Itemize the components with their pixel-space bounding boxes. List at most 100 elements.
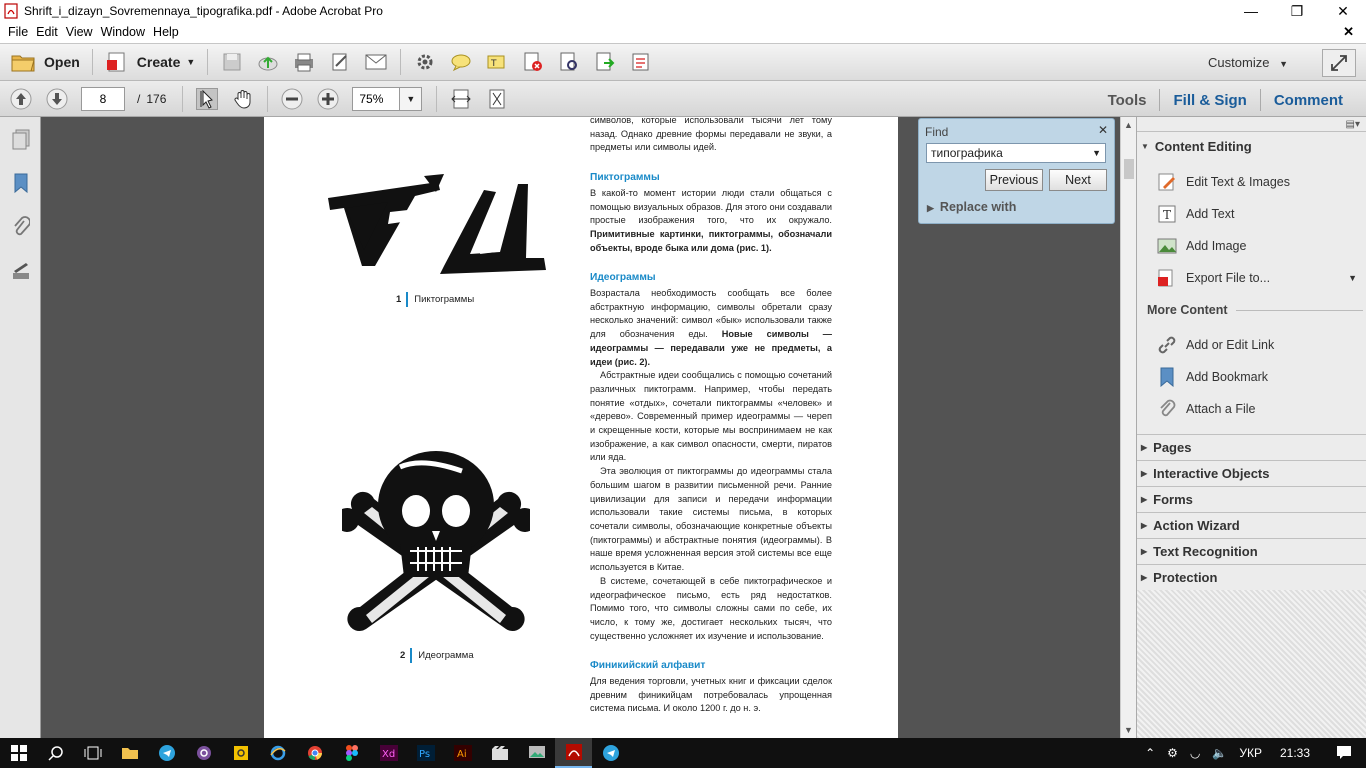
task-view-icon[interactable] (74, 738, 111, 768)
menu-window[interactable]: Window (101, 25, 145, 39)
clock[interactable]: 21:33 (1280, 746, 1310, 760)
text-recognition-section[interactable]: ▶ Text Recognition (1141, 544, 1363, 559)
add-edit-link-item[interactable]: Add or Edit Link (1157, 335, 1274, 355)
bookmark-icon[interactable] (0, 161, 41, 205)
windows-start-icon[interactable] (0, 738, 37, 768)
close-document-icon[interactable]: ✕ (1343, 24, 1354, 40)
cloud-upload-icon[interactable] (257, 51, 279, 73)
heading-ideograms: Идеограммы (590, 272, 656, 284)
protection-section[interactable]: ▶ Protection (1141, 570, 1363, 585)
scroll-down-icon[interactable]: ▼ (1124, 725, 1133, 735)
chevron-right-icon: ▶ (1141, 521, 1148, 530)
next-button[interactable]: Next (1049, 169, 1107, 191)
internet-explorer-icon[interactable] (259, 738, 296, 768)
figure-number: 2 (400, 650, 406, 661)
zoom-in-icon[interactable] (317, 88, 339, 110)
close-icon[interactable]: ✕ (1098, 123, 1108, 137)
open-button[interactable]: Open (4, 47, 86, 77)
wifi-icon[interactable]: ◡ (1190, 746, 1200, 760)
image-viewer-icon[interactable] (518, 738, 555, 768)
scroll-thumb[interactable] (1124, 159, 1134, 179)
vertical-scrollbar[interactable]: ▲ ▼ (1120, 117, 1136, 738)
next-page-icon[interactable] (46, 88, 68, 110)
minimize-button[interactable]: — (1228, 0, 1274, 22)
menu-view[interactable]: View (66, 25, 93, 39)
attach-file-item[interactable]: Attach a File (1157, 399, 1255, 419)
signature-icon[interactable] (0, 249, 41, 293)
adobe-xd-icon[interactable]: Xd (370, 738, 407, 768)
chrome-icon[interactable] (296, 738, 333, 768)
content-editing-section[interactable]: ▼ Content Editing (1141, 139, 1363, 154)
hand-tool-icon[interactable] (232, 88, 254, 110)
gear-icon[interactable] (414, 51, 436, 73)
panel-options-icon[interactable]: ▤▾ (1346, 119, 1360, 130)
edit-document-icon[interactable] (329, 51, 351, 73)
page-number-input[interactable] (81, 86, 125, 111)
system-tray: ⌃ ⚙ ◡ 🔈 УКР 21:33 (1139, 738, 1366, 768)
select-tool-icon[interactable] (196, 87, 219, 110)
notifications-icon[interactable] (1336, 745, 1352, 762)
menu-help[interactable]: Help (153, 25, 179, 39)
create-button[interactable]: Create ▼ (99, 47, 202, 77)
illustrator-icon[interactable]: Ai (444, 738, 481, 768)
chevron-up-icon[interactable]: ⌃ (1145, 746, 1155, 760)
customize-menu[interactable]: Customize ▼ (1208, 55, 1288, 70)
attachment-icon[interactable] (0, 205, 41, 249)
comment-bubble-icon[interactable] (450, 51, 472, 73)
add-image-item[interactable]: Add Image (1157, 236, 1246, 256)
export-icon[interactable] (594, 51, 616, 73)
menu-edit[interactable]: Edit (36, 25, 58, 39)
scroll-up-icon[interactable]: ▲ (1124, 120, 1133, 130)
add-text-item[interactable]: T Add Text (1157, 204, 1234, 224)
previous-button[interactable]: Previous (985, 169, 1043, 191)
previous-page-icon[interactable] (10, 88, 32, 110)
viber-icon[interactable] (185, 738, 222, 768)
network-settings-icon[interactable]: ⚙ (1167, 746, 1178, 760)
replace-with-toggle[interactable]: ▶ Replace with (927, 200, 1016, 214)
email-icon[interactable] (365, 51, 387, 73)
telegram-icon[interactable] (148, 738, 185, 768)
notes-app-icon[interactable] (222, 738, 259, 768)
zoom-input[interactable] (352, 86, 401, 111)
paragraph: Абстрактные идеи сообщались с помощью со… (590, 370, 832, 463)
restore-button[interactable]: ❐ (1274, 0, 1320, 22)
photoshop-icon[interactable]: Ps (407, 738, 444, 768)
zoom-out-icon[interactable] (281, 88, 303, 110)
figma-icon[interactable] (333, 738, 370, 768)
fullscreen-button[interactable] (1322, 49, 1356, 77)
add-bookmark-item[interactable]: Add Bookmark (1157, 367, 1268, 387)
tools-link[interactable]: Tools (1095, 92, 1160, 109)
form-icon[interactable] (630, 51, 652, 73)
interactive-objects-section[interactable]: ▶ Interactive Objects (1141, 466, 1363, 481)
search-icon[interactable] (37, 738, 74, 768)
close-window-button[interactable]: ✕ (1320, 0, 1366, 22)
delete-page-icon[interactable] (522, 51, 544, 73)
edit-text-images-item[interactable]: Edit Text & Images (1157, 172, 1290, 192)
action-wizard-section[interactable]: ▶ Action Wizard (1141, 518, 1363, 533)
chevron-down-icon[interactable]: ▼ (1092, 148, 1101, 158)
telegram-icon[interactable] (592, 738, 629, 768)
acrobat-taskbar-icon[interactable] (555, 738, 592, 768)
page-thumbnails-icon[interactable] (0, 117, 41, 161)
search-document-icon[interactable] (558, 51, 580, 73)
fit-width-icon[interactable] (450, 88, 472, 110)
export-file-icon (1157, 268, 1177, 288)
export-file-item[interactable]: Export File to... ▼ (1157, 268, 1357, 288)
fit-page-icon[interactable] (486, 88, 508, 110)
language-indicator[interactable]: УКР (1239, 746, 1262, 760)
chevron-down-icon[interactable]: ▼ (1348, 273, 1357, 283)
pages-section[interactable]: ▶ Pages (1141, 440, 1363, 455)
forms-section[interactable]: ▶ Forms (1141, 492, 1363, 507)
volume-icon[interactable]: 🔈 (1212, 746, 1227, 760)
find-input[interactable]: типографика ▼ (926, 143, 1106, 163)
fill-sign-link[interactable]: Fill & Sign (1160, 92, 1259, 109)
comment-link[interactable]: Comment (1261, 92, 1356, 109)
page-separator: / (137, 91, 141, 106)
highlight-icon[interactable]: T (486, 51, 508, 73)
save-icon[interactable] (221, 51, 243, 73)
menu-file[interactable]: File (8, 25, 28, 39)
file-explorer-icon[interactable] (111, 738, 148, 768)
print-icon[interactable] (293, 51, 315, 73)
zoom-dropdown[interactable]: ▼ (400, 86, 423, 111)
video-editor-icon[interactable] (481, 738, 518, 768)
